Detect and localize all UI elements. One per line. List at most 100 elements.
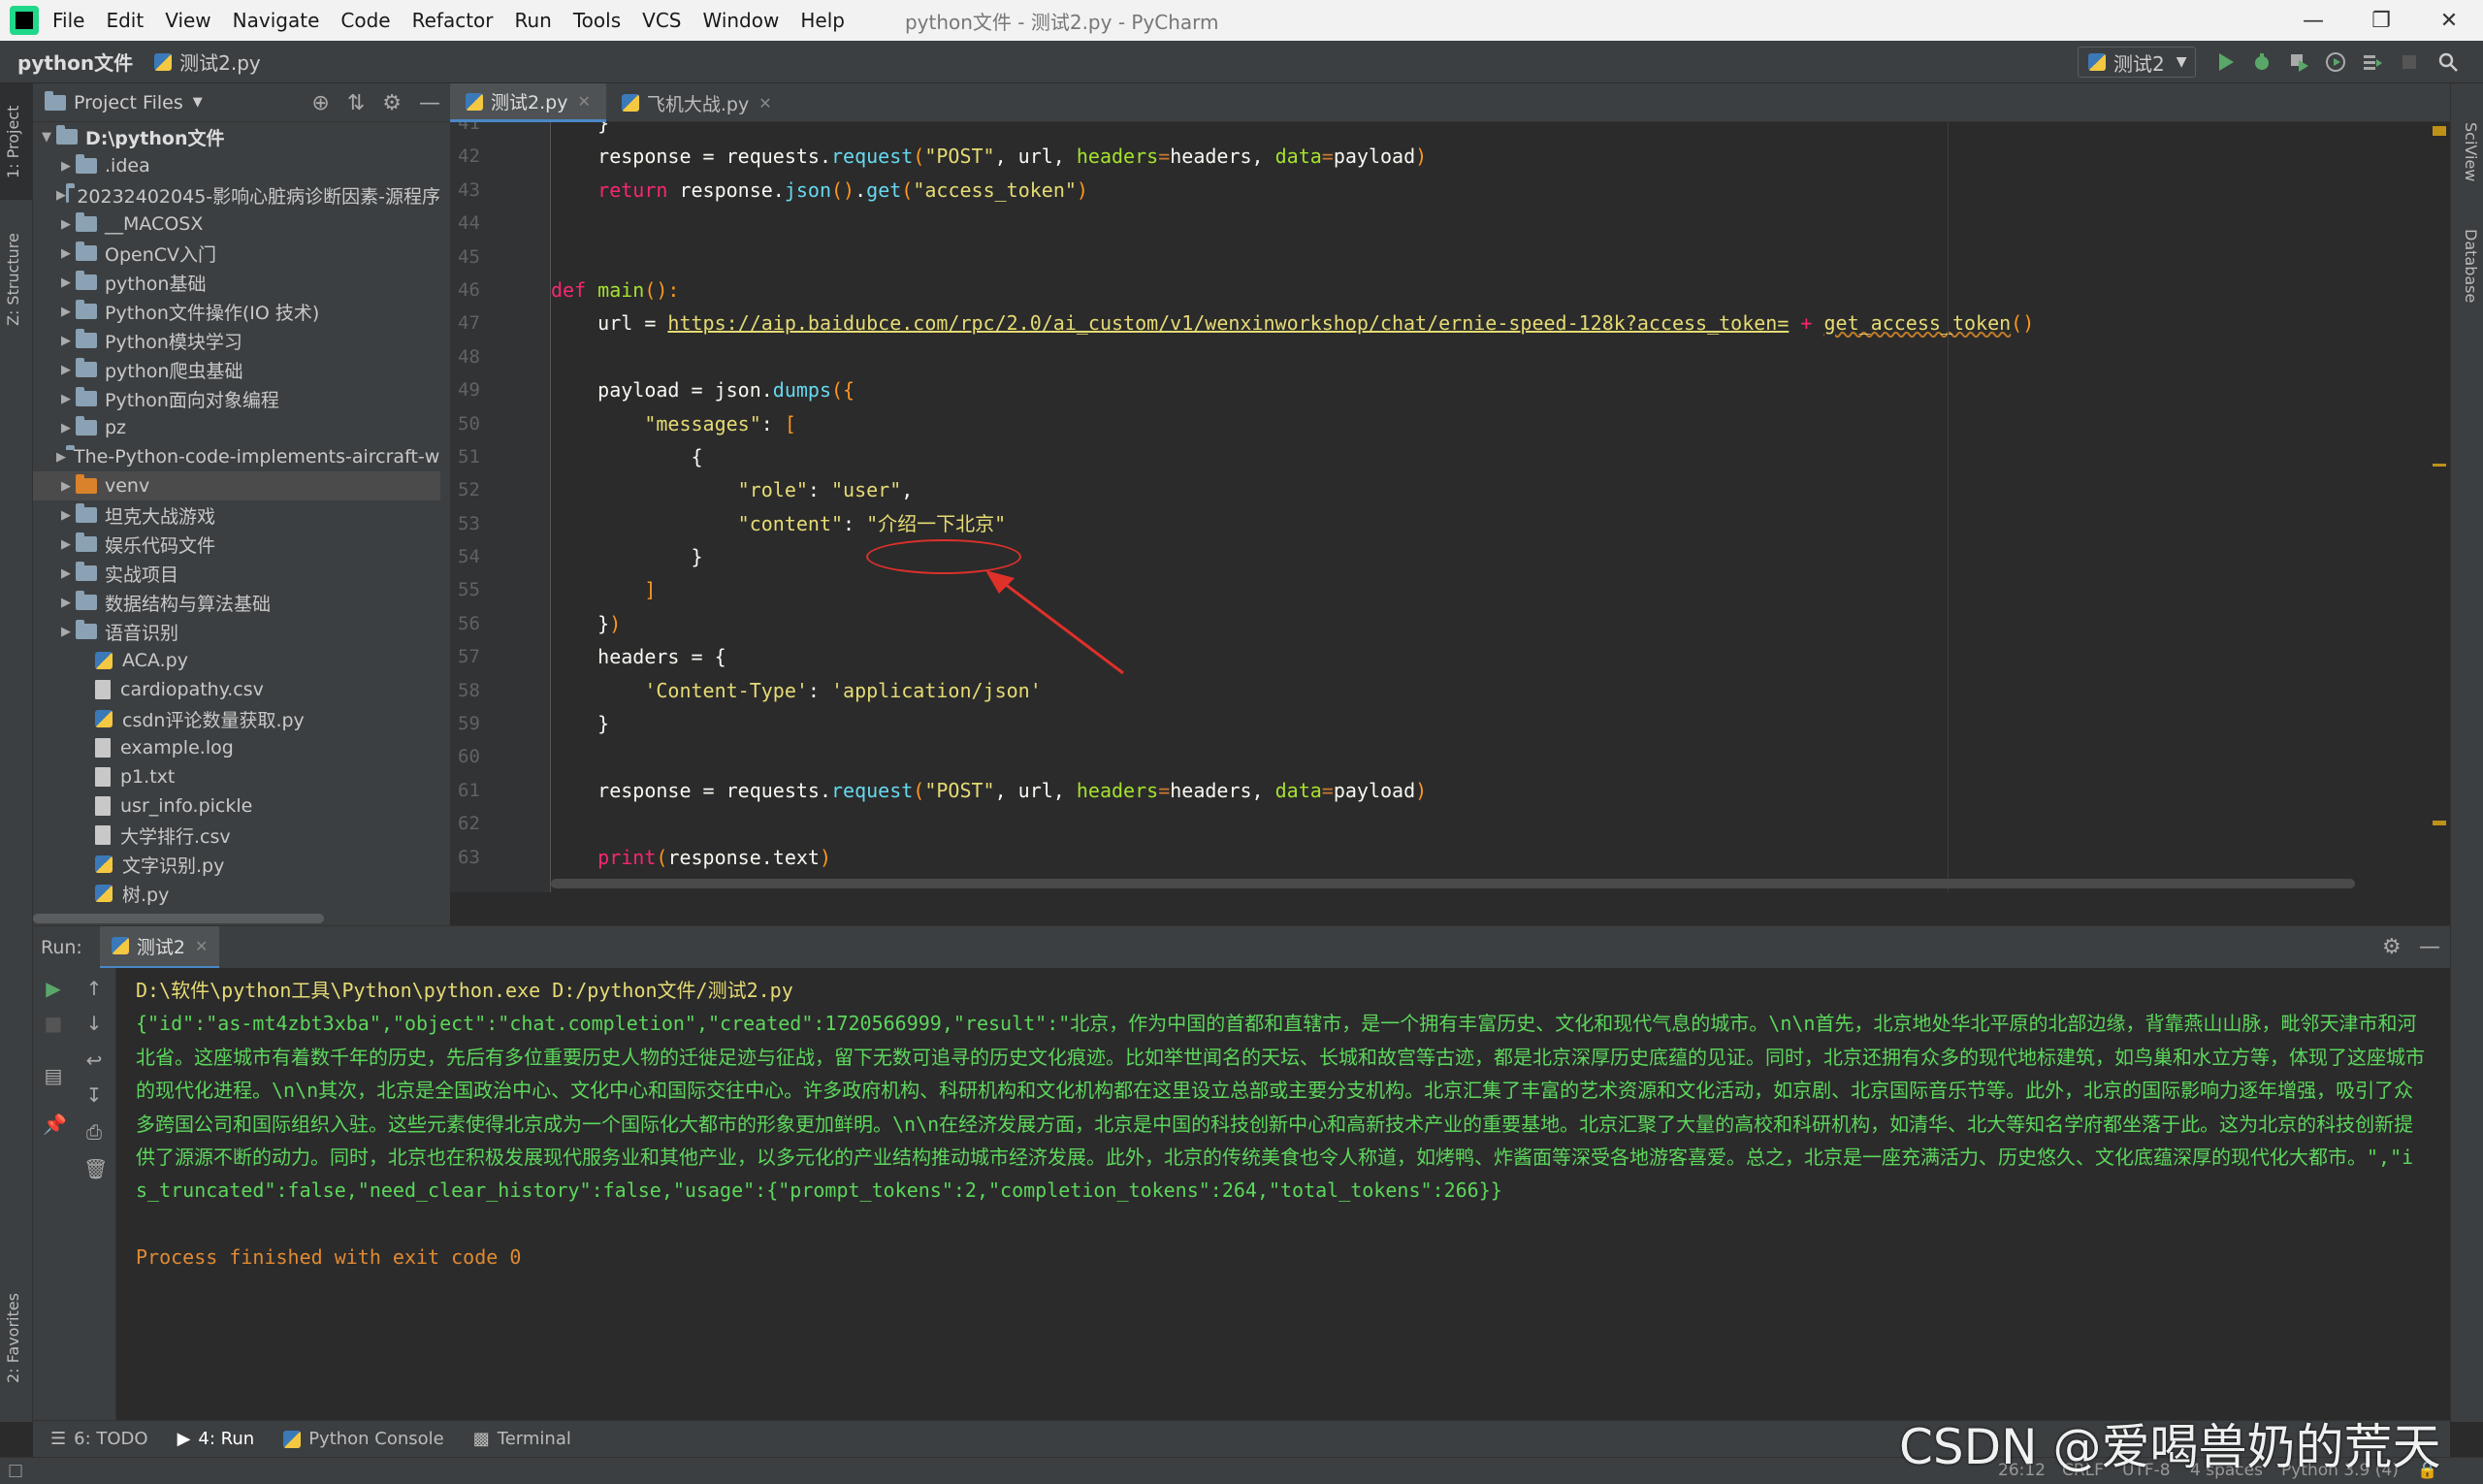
- tree-item[interactable]: ▶ 娱乐代码文件: [33, 530, 440, 559]
- tree-item-label: cardiopathy.csv: [120, 679, 264, 700]
- rerun-icon[interactable]: ▶: [43, 978, 64, 999]
- menu-vcs[interactable]: VCS: [642, 9, 681, 32]
- run-icon[interactable]: [2213, 50, 2237, 74]
- search-icon[interactable]: [2436, 50, 2460, 74]
- close-tab-icon[interactable]: ✕: [758, 94, 771, 113]
- tree-item[interactable]: ▶ 实战项目: [33, 559, 440, 588]
- editor-hscrollbar[interactable]: [551, 879, 2355, 888]
- line-number: 51: [458, 445, 480, 468]
- minimize-icon[interactable]: —: [2279, 0, 2347, 41]
- warning-stripe[interactable]: [2433, 821, 2446, 825]
- tree-item[interactable]: ▶ 坦克大战游戏: [33, 500, 440, 530]
- pin-icon[interactable]: 📌: [43, 1113, 67, 1135]
- tree-root[interactable]: ▼ D:\python文件: [33, 122, 440, 151]
- run-config-label: 测试2: [2113, 51, 2165, 76]
- print-icon[interactable]: ⎙: [83, 1121, 105, 1143]
- project-hscrollbar[interactable]: [33, 914, 324, 923]
- tree-item[interactable]: ▶ venv: [33, 471, 440, 500]
- tree-item[interactable]: ▶ The-Python-code-implements-aircraft-war: [33, 442, 440, 471]
- close-tab-icon[interactable]: ✕: [577, 92, 590, 111]
- warning-stripe[interactable]: [2433, 464, 2446, 467]
- sciview-tool-tab[interactable]: SciView: [2462, 122, 2480, 181]
- menu-edit[interactable]: Edit: [106, 9, 144, 32]
- stop-icon[interactable]: [2398, 50, 2421, 74]
- tab-python-console[interactable]: Python Console: [283, 1429, 444, 1449]
- annotation-arrow-icon: [985, 570, 1124, 675]
- up-icon[interactable]: ↑: [83, 978, 105, 999]
- tree-item[interactable]: 大学排行.csv: [33, 821, 440, 850]
- tree-item[interactable]: ▶ 20232402045-影响心脏病诊断因素-源程序: [33, 180, 440, 210]
- tree-item[interactable]: ▶ python爬虫基础: [33, 355, 440, 384]
- chevron-down-icon[interactable]: ▼: [193, 95, 203, 110]
- tab-terminal[interactable]: ▩ Terminal: [473, 1429, 571, 1449]
- menu-window[interactable]: Window: [702, 9, 779, 32]
- structure-tool-tab[interactable]: Z: Structure: [4, 233, 22, 326]
- tree-item-label: ACA.py: [122, 650, 188, 671]
- tree-item[interactable]: usr_info.pickle: [33, 791, 440, 821]
- scroll-to-end-icon[interactable]: ↧: [83, 1084, 105, 1106]
- layout-icon[interactable]: ▤: [43, 1065, 64, 1086]
- tab-todo[interactable]: ☰ 6: TODO: [50, 1429, 148, 1449]
- debug-icon[interactable]: [2250, 50, 2273, 74]
- stop-icon[interactable]: ■: [43, 1013, 64, 1034]
- tree-item[interactable]: ▶ OpenCV入门: [33, 239, 440, 268]
- tree-item[interactable]: ▶ __MACOSX: [33, 210, 440, 239]
- soft-wrap-icon[interactable]: ↩: [83, 1049, 105, 1071]
- tree-item[interactable]: ▶ 数据结构与算法基础: [33, 588, 440, 617]
- gear-icon[interactable]: ⚙: [382, 91, 402, 115]
- tree-item[interactable]: ▶ Python面向对象编程: [33, 384, 440, 413]
- menu-file[interactable]: File: [52, 9, 84, 32]
- tree-item[interactable]: ▶ python基础: [33, 268, 440, 297]
- close-tab-icon[interactable]: ✕: [195, 937, 208, 955]
- collapsed-arrow-icon: ▶: [61, 595, 71, 610]
- warning-marker[interactable]: [2433, 126, 2446, 136]
- hide-icon[interactable]: —: [2419, 935, 2440, 959]
- status-toggle-icon[interactable]: □: [8, 1461, 23, 1480]
- tree-item[interactable]: cardiopathy.csv: [33, 675, 440, 704]
- hide-icon[interactable]: —: [419, 91, 440, 115]
- locate-icon[interactable]: ⊕: [311, 91, 329, 115]
- menu-tools[interactable]: Tools: [573, 9, 621, 32]
- tree-item[interactable]: ACA.py: [33, 646, 440, 675]
- tree-item[interactable]: ▶ .idea: [33, 151, 440, 180]
- coverage-icon[interactable]: [2287, 50, 2310, 74]
- tree-item[interactable]: example.log: [33, 733, 440, 762]
- tree-item[interactable]: csdn评论数量获取.py: [33, 704, 440, 733]
- menu-run[interactable]: Run: [515, 9, 552, 32]
- breadcrumb-file[interactable]: 测试2.py: [154, 48, 261, 76]
- down-icon[interactable]: ↓: [83, 1013, 105, 1034]
- run-tab-test2[interactable]: 测试2 ✕: [99, 925, 220, 969]
- favorites-tool-tab[interactable]: 2: Favorites: [4, 1293, 22, 1383]
- tree-item[interactable]: ▶ 语音识别: [33, 617, 440, 646]
- gear-icon[interactable]: ⚙: [2382, 935, 2402, 959]
- project-panel-title[interactable]: Project Files: [74, 92, 183, 113]
- tab-run[interactable]: ▶ 4: Run: [177, 1429, 255, 1449]
- tab-label: 4: Run: [198, 1429, 255, 1449]
- profile-icon[interactable]: [2324, 50, 2347, 74]
- menu-navigate[interactable]: Navigate: [233, 9, 320, 32]
- database-tool-tab[interactable]: Database: [2462, 229, 2480, 303]
- tab-aircraft-war[interactable]: 飞机大战.py ✕: [606, 83, 788, 122]
- run-config-select[interactable]: 测试2 ▼: [2078, 47, 2196, 78]
- code-editor[interactable]: } response = requests.request("POST", ur…: [551, 122, 2450, 892]
- tree-item[interactable]: 树.py: [33, 879, 440, 908]
- breadcrumb-project[interactable]: python文件: [17, 48, 133, 76]
- tree-item[interactable]: ▶ Python文件操作(IO 技术): [33, 297, 440, 326]
- line-number: 60: [458, 746, 480, 768]
- tree-item[interactable]: 文字识别.py: [33, 850, 440, 879]
- menu-view[interactable]: View: [165, 9, 210, 32]
- tree-item[interactable]: p1.txt: [33, 762, 440, 791]
- menu-code[interactable]: Code: [340, 9, 390, 32]
- collapse-all-icon[interactable]: ⇅: [347, 91, 365, 115]
- tab-test2[interactable]: 测试2.py ✕: [450, 83, 606, 122]
- concurrency-icon[interactable]: [2361, 50, 2384, 74]
- run-console[interactable]: D:\软件\python工具\Python\python.exe D:/pyth…: [116, 968, 2450, 1420]
- project-tool-tab[interactable]: 1: Project: [4, 106, 22, 178]
- restore-icon[interactable]: ❐: [2347, 0, 2415, 41]
- tree-item[interactable]: ▶ pz: [33, 413, 440, 442]
- menu-help[interactable]: Help: [800, 9, 845, 32]
- menu-refactor[interactable]: Refactor: [412, 9, 494, 32]
- tree-item[interactable]: ▶ Python模块学习: [33, 326, 440, 355]
- trash-icon[interactable]: 🗑: [83, 1158, 108, 1179]
- close-window-icon[interactable]: ✕: [2415, 0, 2483, 41]
